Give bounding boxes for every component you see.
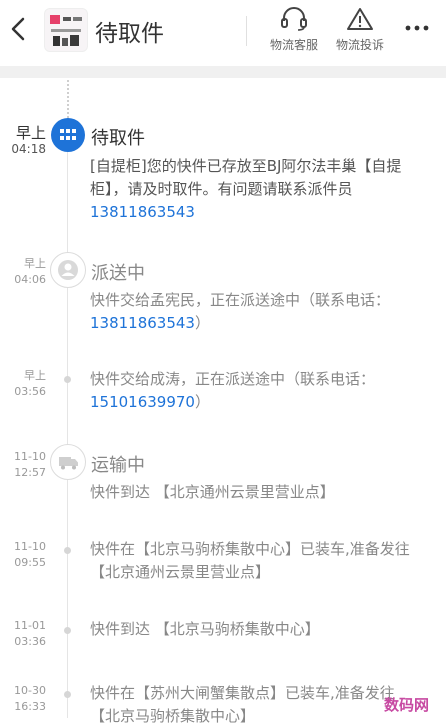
event-status: 派送中 [91,263,145,284]
event-description: 快件在【北京马驹桥集散中心】已装车,准备发往 【北京通州云景里营业点】 [90,538,420,584]
header-separator [0,66,446,78]
logistics-complaint-label: 物流投诉 [335,38,384,52]
more-options-icon[interactable] [402,18,432,38]
event-description: 快件到达 【北京马驹桥集散中心】 [90,618,420,641]
event-description: [自提柜]您的快件已存放至BJ阿尔法丰巢【自提柜】，请及时取件。有问题请联系派件… [90,155,420,224]
event-clock: 04:06 [14,273,46,286]
logistics-service-button[interactable]: 物流客服 [262,6,326,53]
timeline-dot [64,547,71,554]
event-clock: 16:33 [14,700,46,713]
package-thumbnail [44,8,88,52]
timeline-dot [64,627,71,634]
event-time: 10-30 16:33 [6,683,46,715]
timeline-start-dotted-line [67,80,69,118]
event-day: 11-10 [14,540,46,553]
timeline-dot [64,691,71,698]
status-node-awaiting-pickup [51,118,85,152]
event-text: 快件在【北京马驹桥集散中心】已装车,准备发往 【北京通州云景里营业点】 [90,540,410,581]
event-day: 11-01 [14,619,46,632]
event-time: 11-10 12:57 [6,449,46,481]
logistics-complaint-button[interactable]: 物流投诉 [328,6,392,53]
event-time: 11-10 09:55 [6,539,46,571]
courier-phone-link[interactable]: 15101639970 [90,393,195,411]
logistics-service-label: 物流客服 [269,38,318,52]
warning-icon [347,8,373,30]
event-day: 早上 [24,257,46,270]
event-description: 快件交给成涛，正在派送途中（联系电话： 15101639970） [90,368,420,414]
product-image-icon [45,9,87,51]
event-clock: 03:56 [14,385,46,398]
event-day: 11-10 [14,450,46,463]
truck-icon [59,457,78,470]
header-divider [246,16,247,46]
event-description: 快件到达 【北京通州云景里营业点】 [90,481,420,504]
event-clock: 09:55 [14,556,46,569]
courier-phone-link[interactable]: 13811863543 [90,314,195,332]
headset-icon [281,7,307,31]
event-status: 待取件 [91,128,145,149]
event-text: 快件交给孟宪民，正在派送途中（联系电话： [90,291,391,309]
event-text: 快件到达 【北京马驹桥集散中心】 [90,620,320,638]
event-text: [自提柜]您的快件已存放至BJ阿尔法丰巢【自提柜】，请及时取件。有问题请联系派件… [90,157,402,198]
event-description: 快件交给孟宪民，正在派送途中（联系电话： 13811863543） [90,289,420,335]
status-node-delivering [50,252,86,288]
event-time: 早上 04:18 [6,125,46,157]
event-clock: 03:36 [14,635,46,648]
event-text: 快件到达 【北京通州云景里营业点】 [90,483,335,501]
event-text: 快件在【苏州大闸蟹集散点】已装车,准备发往 【北京马驹桥集散中心】 [90,684,395,725]
event-day: 早上 [15,124,46,142]
grid-icon [60,129,76,140]
event-clock: 12:57 [14,466,46,479]
event-status: 运输中 [91,455,145,476]
event-time: 早上 04:06 [6,256,46,288]
top-bar: 待取件 物流客服 物流投诉 [0,0,446,66]
event-description: 快件在【苏州大闸蟹集散点】已装车,准备发往 【北京马驹桥集散中心】 [90,682,420,728]
event-text: 快件交给成涛，正在派送途中（联系电话： [90,370,376,388]
person-icon [58,260,78,280]
back-arrow-icon[interactable] [8,14,30,44]
event-time: 早上 03:56 [6,368,46,400]
event-text-close: ） [194,393,210,411]
timeline-dot [64,376,71,383]
courier-phone-link[interactable]: 13811863543 [90,203,195,221]
site-watermark: 数码网 [384,696,430,714]
status-node-in-transit [50,444,86,480]
event-time: 11-01 03:36 [6,618,46,650]
page-title: 待取件 [95,21,164,47]
event-text-close: ） [194,314,210,332]
event-day: 10-30 [14,684,46,697]
event-clock: 04:18 [11,142,46,156]
event-day: 早上 [24,369,46,382]
